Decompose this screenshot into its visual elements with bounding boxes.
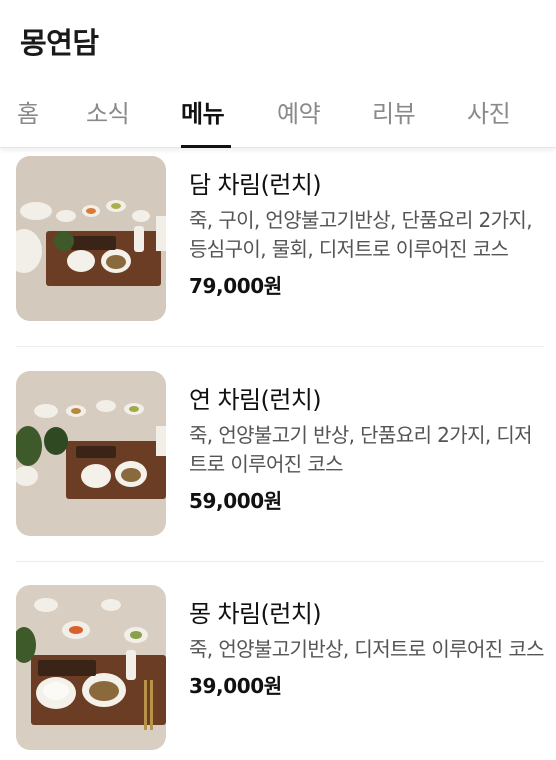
tab-home[interactable]: 홈 bbox=[17, 94, 39, 129]
menu-price: 59,000원 bbox=[189, 489, 282, 513]
menu-description: 죽, 언양불고기반상, 디저트로 이루어진 코스 bbox=[189, 637, 544, 661]
store-title: 몽연담 bbox=[20, 26, 99, 60]
menu-item[interactable]: 연 차림(런치) 죽, 언양불고기 반상, 단품요리 2가지, 디저트로 이루어… bbox=[16, 371, 544, 561]
menu-name: 담 차림(런치) bbox=[189, 171, 322, 199]
tab-menu[interactable]: 메뉴 bbox=[181, 94, 225, 129]
menu-price: 79,000원 bbox=[189, 274, 282, 298]
menu-description: 죽, 구이, 언양불고기반상, 단품요리 2가지, 등심구이, 물회, 디저트로… bbox=[189, 208, 533, 261]
header: 몽연담 bbox=[0, 0, 556, 78]
menu-description: 죽, 언양불고기 반상, 단품요리 2가지, 디저트로 이루어진 코스 bbox=[189, 423, 533, 476]
divider bbox=[16, 346, 544, 347]
menu-name: 몽 차림(런치) bbox=[189, 600, 322, 628]
food-photo-icon bbox=[16, 371, 166, 536]
menu-name: 연 차림(런치) bbox=[189, 386, 322, 414]
divider bbox=[16, 561, 544, 562]
food-photo-icon bbox=[16, 585, 166, 750]
food-photo-icon bbox=[16, 156, 166, 321]
tab-photo[interactable]: 사진 bbox=[467, 94, 511, 129]
menu-item[interactable]: 몽 차림(런치) 죽, 언양불고기반상, 디저트로 이루어진 코스 39,000… bbox=[16, 585, 544, 760]
menu-text: 몽 차림(런치) 죽, 언양불고기반상, 디저트로 이루어진 코스 39,000… bbox=[189, 599, 544, 699]
tab-news[interactable]: 소식 bbox=[86, 94, 130, 129]
tab-reservation[interactable]: 예약 bbox=[277, 94, 321, 129]
menu-text: 연 차림(런치) 죽, 언양불고기 반상, 단품요리 2가지, 디저트로 이루어… bbox=[189, 385, 544, 514]
active-tab-indicator bbox=[181, 145, 231, 148]
tab-bar: 홈 소식 메뉴 예약 리뷰 사진 bbox=[0, 78, 556, 148]
menu-price: 39,000원 bbox=[189, 674, 282, 698]
menu-text: 담 차림(런치) 죽, 구이, 언양불고기반상, 단품요리 2가지, 등심구이,… bbox=[189, 170, 544, 299]
menu-item[interactable]: 담 차림(런치) 죽, 구이, 언양불고기반상, 단품요리 2가지, 등심구이,… bbox=[16, 156, 544, 346]
tab-review[interactable]: 리뷰 bbox=[372, 94, 416, 129]
